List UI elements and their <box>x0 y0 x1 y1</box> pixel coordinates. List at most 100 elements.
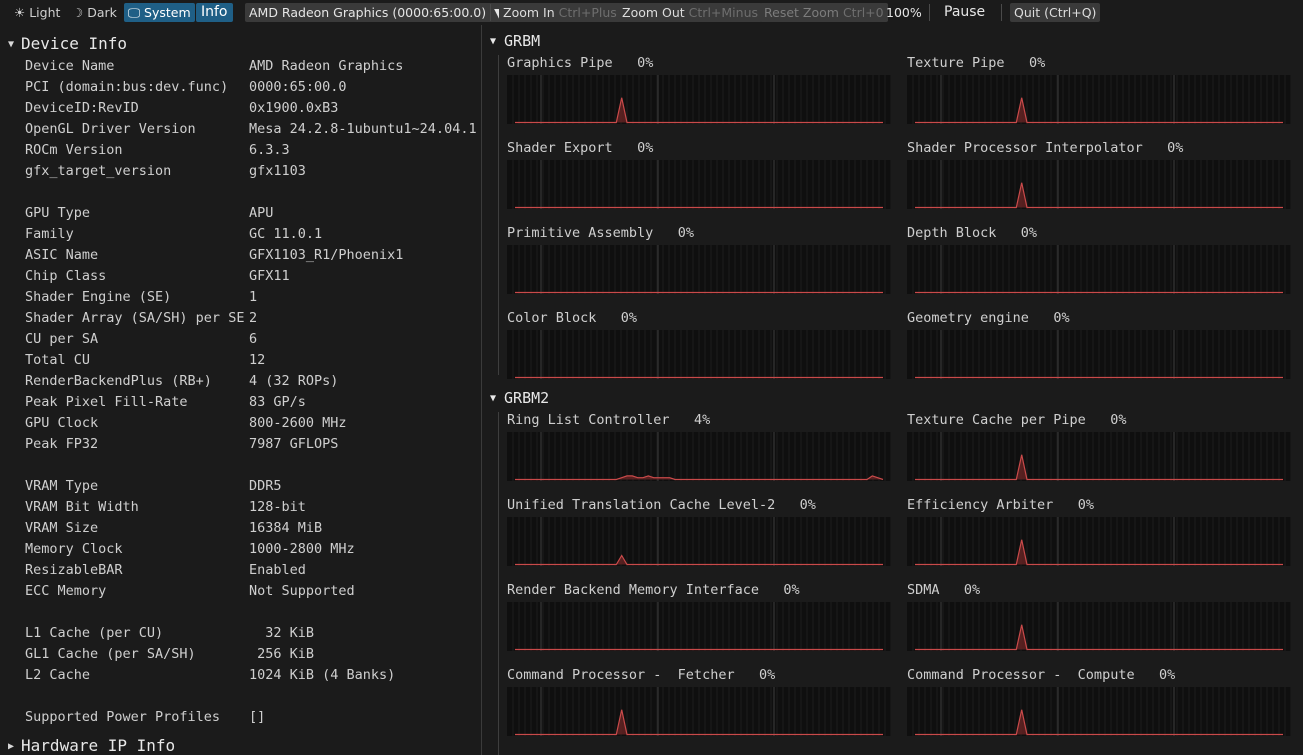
device-info-value: APU <box>249 205 274 221</box>
metric-value: 0% <box>677 225 694 241</box>
info-toggle[interactable]: Info <box>196 3 233 22</box>
utilization-graph <box>507 602 891 651</box>
metric-value: 0% <box>1053 310 1070 326</box>
theme-dark-label: Dark <box>87 5 117 20</box>
device-info-title: Device Info <box>21 34 127 53</box>
utilization-graph-svg <box>512 245 891 294</box>
reset-zoom-label: Reset Zoom <box>764 5 839 20</box>
metric-name: Primitive Assembly <box>507 225 654 241</box>
device-info-label: DeviceID:RevID <box>25 100 139 116</box>
zoom-level: 100% <box>886 5 922 20</box>
device-info-label: ROCm Version <box>25 142 123 158</box>
metric-label: SDMA 0% <box>907 582 980 598</box>
metric-value: 0% <box>783 582 800 598</box>
device-select-value: AMD Radeon Graphics (0000:65:00.0) <box>249 5 487 20</box>
device-info-label: Family <box>25 226 74 242</box>
metric-name: Unified Translation Cache Level-2 <box>507 497 776 513</box>
utilization-graph-svg <box>912 602 1291 651</box>
group-indent-line <box>498 412 499 755</box>
utilization-graph <box>907 517 1291 566</box>
utilization-graph-svg <box>912 245 1291 294</box>
metric-label: Depth Block 0% <box>907 225 1037 241</box>
reset-zoom-button[interactable]: Reset Zoom Ctrl+0 <box>760 3 888 22</box>
metric-value: 0% <box>620 310 638 326</box>
metric-label: Shader Export 0% <box>507 140 653 156</box>
quit-button[interactable]: Quit (Ctrl+Q) <box>1010 3 1101 22</box>
group-title: GRBM2 <box>504 389 550 407</box>
utilization-graph-svg <box>912 517 1291 566</box>
metric-name: Command Processor - Compute <box>907 667 1135 683</box>
zoom-in-shortcut: Ctrl+Plus <box>558 5 617 20</box>
theme-dark-radio[interactable]: ☽ Dark <box>68 3 121 22</box>
utilization-graph <box>907 602 1291 651</box>
utilization-graph-svg <box>512 687 891 736</box>
toolbar-separator <box>929 4 930 21</box>
utilization-graph <box>507 432 891 481</box>
monitor-icon: 🖵 <box>128 5 141 20</box>
device-select[interactable]: AMD Radeon Graphics (0000:65:00.0) ▼ <box>245 3 508 22</box>
utilization-graph <box>507 517 891 566</box>
device-info-value: 0x1900.0xB3 <box>249 100 339 116</box>
group-header-grbm[interactable]: ▼ GRBM <box>490 32 540 50</box>
metric-value: 0% <box>963 582 981 598</box>
device-info-value: 0000:65:00.0 <box>249 79 347 95</box>
utilization-graph <box>907 432 1291 481</box>
device-info-value: DDR5 <box>249 478 282 494</box>
device-info-value: 6.3.3 <box>249 142 290 158</box>
zoom-out-button[interactable]: Zoom Out Ctrl+Minus <box>618 3 763 22</box>
utilization-graph-svg <box>912 330 1291 379</box>
utilization-graph <box>907 687 1291 736</box>
device-info-label: GPU Clock <box>25 415 99 431</box>
utilization-graph <box>907 330 1291 379</box>
utilization-graph <box>507 330 891 379</box>
toolbar-separator <box>1001 4 1002 21</box>
hardware-ip-title: Hardware IP Info <box>21 736 176 755</box>
metric-name: Ring List Controller <box>507 412 670 428</box>
device-info-label: Supported Power Profiles <box>25 709 221 725</box>
device-info-value: 83 GP/s <box>249 394 306 410</box>
device-info-value: 32 KiB <box>249 625 315 641</box>
pause-button[interactable]: Pause <box>944 3 985 22</box>
metric-name: Color Block <box>507 310 597 326</box>
device-info-panel: ▼ Device Info Device Name AMD Radeon Graph… <box>0 25 481 755</box>
theme-system-radio[interactable]: 🖵 System <box>124 3 195 22</box>
metric-label: Command Processor - Compute 0% <box>907 667 1175 683</box>
device-info-header[interactable]: ▼ Device Info <box>8 34 127 53</box>
theme-light-label: Light <box>29 5 61 20</box>
device-info-value: GFX1103_R1/Phoenix1 <box>249 247 404 263</box>
device-info-value: 7987 GFLOPS <box>249 436 339 452</box>
utilization-graph <box>907 245 1291 294</box>
zoom-in-label: Zoom In <box>503 5 555 20</box>
metric-value: 0% <box>637 140 654 156</box>
hardware-ip-header[interactable]: ▶ Hardware IP Info <box>8 736 175 755</box>
device-info-label: PCI (domain:bus:dev.func) <box>25 79 229 95</box>
metric-name: Shader Processor Interpolator <box>907 140 1143 156</box>
utilization-graph <box>907 75 1291 124</box>
device-info-label: Shader Engine (SE) <box>25 289 172 305</box>
utilization-graph <box>507 687 891 736</box>
zoom-out-shortcut: Ctrl+Minus <box>688 5 759 20</box>
device-info-value: 256 KiB <box>249 646 315 662</box>
utilization-graph <box>507 245 891 294</box>
utilization-graph-svg <box>912 687 1291 736</box>
device-info-value: Enabled <box>249 562 306 578</box>
device-info-value: 1000-2800 MHz <box>249 541 355 557</box>
metric-value: 0% <box>1167 140 1184 156</box>
zoom-in-button[interactable]: Zoom In Ctrl+Plus <box>499 3 621 22</box>
device-info-label: Memory Clock <box>25 541 123 557</box>
metric-label: Color Block 0% <box>507 310 637 326</box>
group-header-grbm2[interactable]: ▼ GRBM2 <box>490 389 549 407</box>
metric-label: Command Processor - Fetcher 0% <box>507 667 775 683</box>
device-info-value: 6 <box>249 331 258 347</box>
utilization-graph-svg <box>912 75 1291 124</box>
device-info-label: VRAM Type <box>25 478 99 494</box>
device-info-value: 1024 KiB (4 Banks) <box>249 667 396 683</box>
device-info-label: ASIC Name <box>25 247 99 263</box>
device-info-label: RenderBackendPlus (RB+) <box>25 373 212 389</box>
device-info-value: 12 <box>249 352 266 368</box>
device-info-value: gfx1103 <box>249 163 306 179</box>
metric-name: SDMA <box>907 582 940 598</box>
device-info-label: CU per SA <box>25 331 99 347</box>
device-info-label: OpenGL Driver Version <box>25 121 196 137</box>
theme-light-radio[interactable]: ☀ Light <box>10 3 64 22</box>
